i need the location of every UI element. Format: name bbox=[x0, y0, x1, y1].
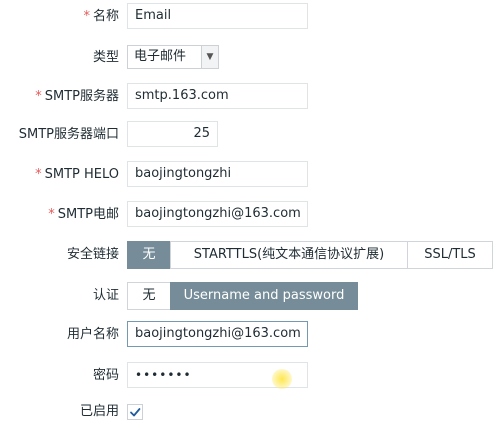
smtp-email-input[interactable]: baojingtongzhi@163.com bbox=[127, 201, 308, 227]
chevron-down-icon: ▼ bbox=[201, 46, 218, 68]
row-connection-security: 安全链接 无 STARTTLS(纯文本通信协议扩展) SSL/TLS bbox=[0, 240, 498, 270]
authentication-segmented: 无 Username and password bbox=[127, 282, 358, 310]
checkmark-icon bbox=[130, 408, 141, 417]
row-enabled: 已启用 bbox=[0, 397, 498, 427]
smtp-helo-input[interactable]: baojingtongzhi bbox=[127, 161, 308, 187]
smtp-helo-label: * SMTP HELO bbox=[35, 167, 119, 182]
type-select[interactable]: 电子邮件 ▼ bbox=[127, 45, 219, 69]
auth-option-username-password[interactable]: Username and password bbox=[170, 282, 358, 310]
required-marker: * bbox=[35, 89, 42, 104]
smtp-email-label: * SMTP电邮 bbox=[48, 207, 119, 222]
smtp-server-label: * SMTP服务器 bbox=[35, 89, 119, 104]
required-marker: * bbox=[48, 207, 55, 222]
row-smtp-email: * SMTP电邮 baojingtongzhi@163.com bbox=[0, 200, 498, 230]
password-label: 密码 bbox=[92, 368, 119, 383]
smtp-port-input[interactable]: 25 bbox=[127, 121, 218, 147]
row-smtp-server: * SMTP服务器 smtp.163.com bbox=[0, 82, 498, 112]
security-option-none[interactable]: 无 bbox=[127, 241, 171, 269]
row-smtp-helo: * SMTP HELO baojingtongzhi bbox=[0, 160, 498, 190]
type-select-value: 电子邮件 bbox=[134, 49, 187, 64]
smtp-port-label: SMTP服务器端口 bbox=[18, 127, 119, 142]
security-option-ssl-tls[interactable]: SSL/TLS bbox=[407, 241, 493, 269]
required-marker: * bbox=[83, 9, 90, 24]
name-input[interactable]: Email bbox=[127, 3, 308, 29]
connection-security-label: 安全链接 bbox=[66, 247, 119, 262]
required-marker: * bbox=[35, 167, 42, 182]
enabled-label: 已启用 bbox=[79, 404, 119, 419]
auth-option-none[interactable]: 无 bbox=[127, 282, 171, 310]
username-label: 用户名称 bbox=[66, 327, 119, 342]
username-input[interactable]: baojingtongzhi@163.com bbox=[127, 321, 308, 347]
enabled-checkbox[interactable] bbox=[127, 404, 143, 420]
smtp-server-input[interactable]: smtp.163.com bbox=[127, 83, 308, 109]
row-authentication: 认证 无 Username and password bbox=[0, 281, 498, 311]
security-option-starttls[interactable]: STARTTLS(纯文本通信协议扩展) bbox=[170, 241, 408, 269]
authentication-label: 认证 bbox=[92, 288, 119, 303]
row-smtp-port: SMTP服务器端口 25 bbox=[0, 120, 498, 150]
row-username: 用户名称 baojingtongzhi@163.com bbox=[0, 320, 498, 350]
name-label: * 名称 bbox=[83, 9, 119, 24]
row-name: * 名称 Email bbox=[0, 2, 498, 32]
mouse-pointer-highlight bbox=[272, 369, 292, 389]
connection-security-segmented: 无 STARTTLS(纯文本通信协议扩展) SSL/TLS bbox=[127, 241, 493, 269]
type-label: 类型 bbox=[92, 50, 119, 65]
row-password: 密码 ••••••• bbox=[0, 361, 498, 391]
password-mask: ••••••• bbox=[135, 368, 192, 382]
row-type: 类型 电子邮件 ▼ bbox=[0, 43, 498, 73]
